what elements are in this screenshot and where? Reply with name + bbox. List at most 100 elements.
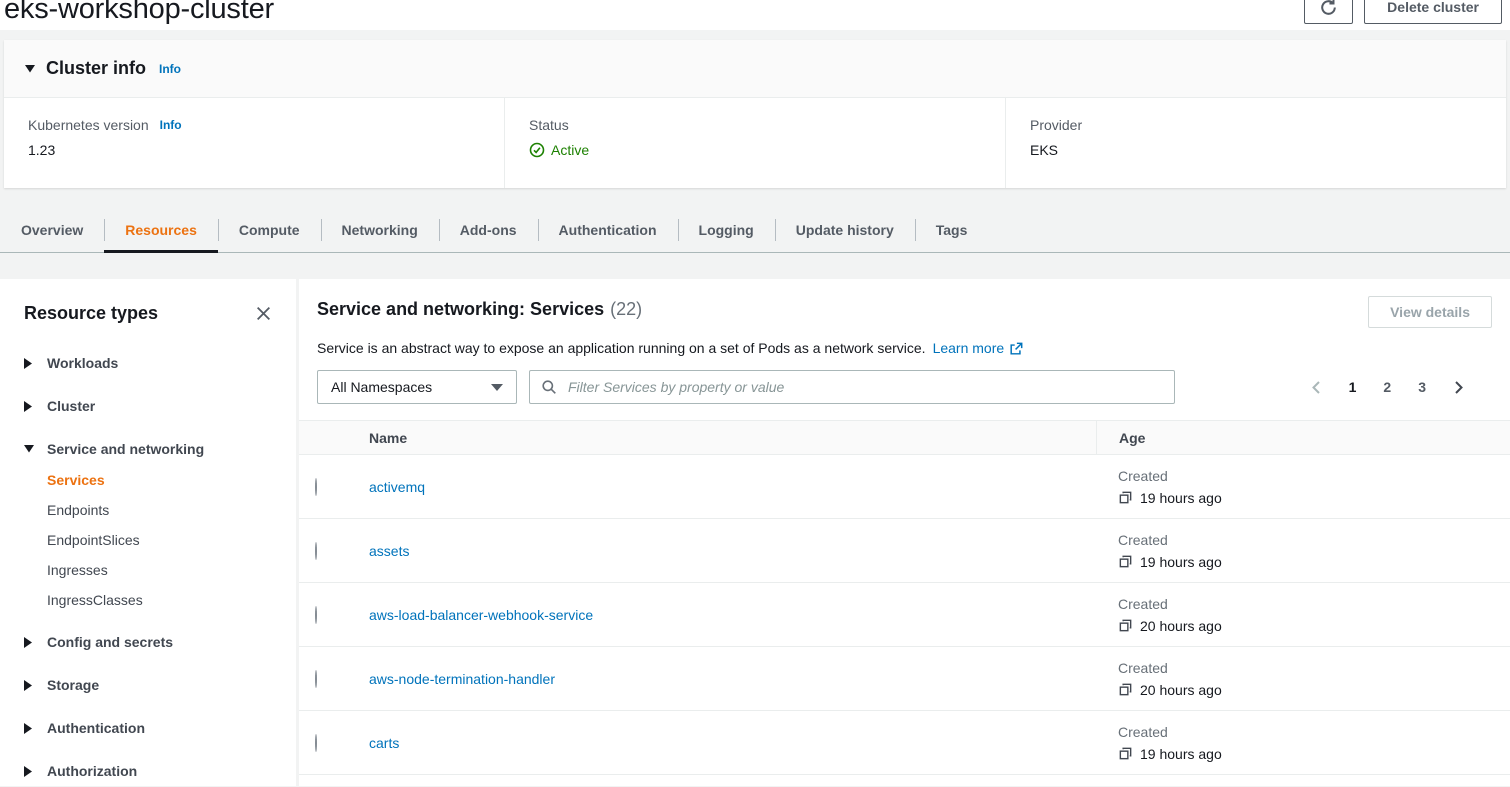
row-radio[interactable] [315, 670, 317, 688]
sidebar-group-workloads[interactable]: Workloads [24, 355, 272, 371]
sidebar-group-service-and-networking[interactable]: Service and networking [24, 441, 272, 457]
resource-types-sidebar: Resource types Workloads Cluster Service… [0, 279, 296, 786]
table-row: aws-node-termination-handler Created 20 … [299, 647, 1510, 711]
table-row: activemq Created 19 hours ago [299, 455, 1510, 519]
age-cell: Created 20 hours ago [1118, 660, 1222, 698]
search-icon [541, 379, 557, 395]
sidebar-group-storage[interactable]: Storage [24, 677, 272, 693]
services-table: Name Age activemq Created 19 hours ago a… [299, 420, 1510, 786]
search-input[interactable] [566, 378, 1163, 396]
service-link[interactable]: activemq [369, 479, 425, 495]
tab-tags[interactable]: Tags [915, 208, 989, 252]
header-actions: Delete cluster [1304, 0, 1502, 24]
chevron-right-icon [24, 766, 34, 777]
kubernetes-version-value: 1.23 [28, 142, 504, 158]
status-field: Status Active [504, 98, 1005, 188]
previous-page-icon[interactable] [1310, 380, 1322, 395]
table-row: assets Created 19 hours ago [299, 519, 1510, 583]
close-icon[interactable] [255, 305, 272, 322]
service-link[interactable]: aws-load-balancer-webhook-service [369, 607, 593, 623]
pagination: 1 2 3 [1310, 379, 1492, 395]
kubernetes-version-label: Kubernetes version Info [28, 117, 504, 133]
tab-resources[interactable]: Resources [104, 208, 218, 252]
status-badge: Active [529, 142, 1005, 158]
refresh-icon [1319, 0, 1338, 17]
page-2[interactable]: 2 [1383, 379, 1391, 395]
tab-compute[interactable]: Compute [218, 208, 321, 252]
chevron-down-icon [24, 445, 34, 453]
age-cell: Created 19 hours ago [1118, 724, 1222, 762]
chevron-right-icon [24, 680, 34, 691]
row-radio[interactable] [315, 542, 317, 560]
chevron-right-icon [24, 723, 34, 734]
cluster-tabs: Overview Resources Compute Networking Ad… [0, 208, 1510, 253]
services-count: (22) [610, 299, 642, 319]
tab-update-history[interactable]: Update history [775, 208, 915, 252]
sidebar-item-ingressclasses[interactable]: IngressClasses [47, 592, 272, 608]
next-page-icon[interactable] [1453, 380, 1465, 395]
resources-content: Resource types Workloads Cluster Service… [0, 279, 1510, 786]
cluster-info-header[interactable]: Cluster info Info [4, 40, 1506, 98]
delete-cluster-button[interactable]: Delete cluster [1364, 0, 1502, 24]
row-radio[interactable] [315, 606, 317, 624]
cluster-info-info-link[interactable]: Info [159, 62, 181, 76]
chevron-down-icon [25, 65, 35, 73]
sidebar-group-config-and-secrets[interactable]: Config and secrets [24, 634, 272, 650]
table-row: Created [299, 775, 1510, 786]
learn-more-link[interactable]: Learn more [933, 340, 1024, 357]
view-details-button[interactable]: View details [1368, 296, 1492, 328]
chevron-right-icon [24, 401, 34, 412]
age-column-header: Age [1096, 421, 1510, 454]
provider-field: Provider EKS [1005, 98, 1506, 188]
table-row: carts Created 19 hours ago [299, 711, 1510, 775]
page-1[interactable]: 1 [1349, 379, 1357, 395]
row-radio[interactable] [315, 734, 317, 752]
chevron-down-icon [491, 384, 503, 391]
sidebar-item-services[interactable]: Services [47, 472, 272, 488]
sidebar-group-cluster[interactable]: Cluster [24, 398, 272, 414]
tab-add-ons[interactable]: Add-ons [439, 208, 538, 252]
status-label: Status [529, 117, 1005, 133]
sidebar-item-endpoints[interactable]: Endpoints [47, 502, 272, 518]
provider-value: EKS [1030, 142, 1506, 158]
page-3[interactable]: 3 [1418, 379, 1426, 395]
table-header: Name Age [299, 420, 1510, 455]
refresh-button[interactable] [1304, 0, 1353, 24]
check-circle-icon [529, 142, 545, 158]
age-cell: Created 19 hours ago [1118, 532, 1222, 570]
name-column-header: Name [349, 430, 1096, 446]
tab-networking[interactable]: Networking [321, 208, 439, 252]
copy-icon [1118, 490, 1133, 505]
chevron-right-icon [24, 358, 34, 369]
tab-authentication[interactable]: Authentication [538, 208, 678, 252]
sidebar-group-authorization[interactable]: Authorization [24, 763, 272, 779]
service-link[interactable]: carts [369, 735, 399, 751]
page-header: eks-workshop-cluster Delete cluster [0, 0, 1510, 30]
service-link[interactable]: aws-node-termination-handler [369, 671, 555, 687]
filter-row: All Namespaces 1 2 3 [317, 370, 1492, 404]
search-box [529, 370, 1175, 404]
copy-icon [1118, 554, 1133, 569]
cluster-info-title: Cluster info [46, 58, 146, 79]
services-title: Service and networking: Services [317, 299, 604, 319]
row-radio[interactable] [315, 478, 317, 496]
service-link[interactable]: assets [369, 543, 409, 559]
copy-icon [1118, 618, 1133, 633]
sidebar-group-authentication[interactable]: Authentication [24, 720, 272, 736]
external-link-icon [1009, 342, 1023, 356]
cluster-info-body: Kubernetes version Info 1.23 Status Acti… [4, 98, 1506, 188]
namespace-select[interactable]: All Namespaces [317, 370, 517, 404]
cluster-info-panel: Cluster info Info Kubernetes version Inf… [4, 40, 1506, 188]
provider-label: Provider [1030, 117, 1506, 133]
chevron-right-icon [24, 637, 34, 648]
service-and-networking-items: Services Endpoints EndpointSlices Ingres… [47, 472, 272, 608]
kubernetes-version-info-link[interactable]: Info [160, 118, 182, 132]
tab-overview[interactable]: Overview [0, 208, 104, 252]
table-row: aws-load-balancer-webhook-service Create… [299, 583, 1510, 647]
copy-icon [1118, 746, 1133, 761]
tab-logging[interactable]: Logging [678, 208, 775, 252]
sidebar-item-endpointslices[interactable]: EndpointSlices [47, 532, 272, 548]
resource-types-nav: Workloads Cluster Service and networking… [24, 355, 272, 779]
services-description: Service is an abstract way to expose an … [317, 340, 1492, 357]
sidebar-item-ingresses[interactable]: Ingresses [47, 562, 272, 578]
